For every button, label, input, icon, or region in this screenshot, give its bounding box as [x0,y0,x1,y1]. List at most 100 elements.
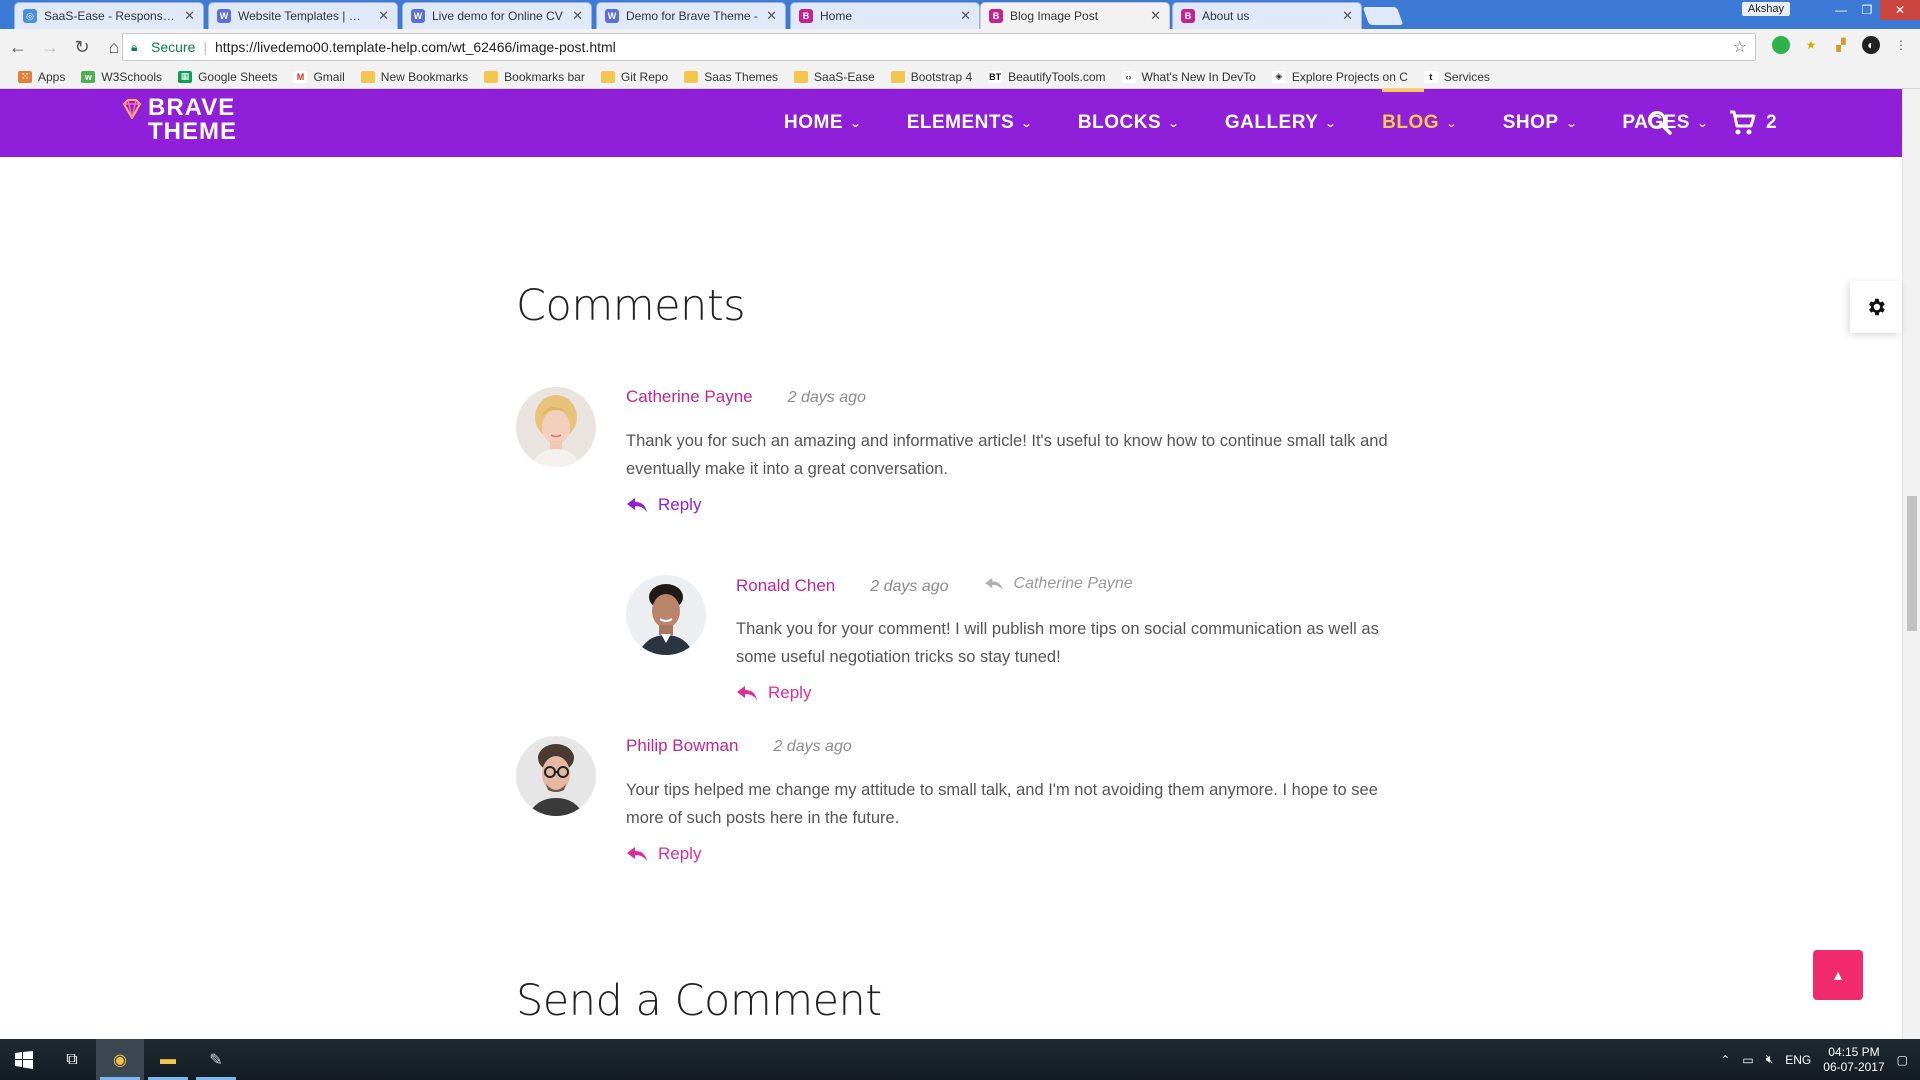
taskbar-app[interactable]: ✎ [192,1039,240,1080]
browser-tab[interactable]: B About us ✕ [1172,2,1362,29]
show-hidden-icons-icon[interactable]: ⌃ [1720,1053,1730,1067]
page-scrollbar[interactable] [1902,89,1920,1039]
back-to-top-button[interactable]: ▲ [1813,950,1863,1000]
notifications-icon[interactable]: ▢ [1897,1053,1908,1067]
nav-shop[interactable]: SHOP ⌄ [1503,89,1577,157]
new-tab-button[interactable] [1362,7,1404,25]
close-tab-icon[interactable]: ✕ [572,8,583,24]
logo-line-2: THEME [148,118,237,145]
tab-title: SaaS-Ease - Responsive S [44,9,178,23]
start-button[interactable] [0,1039,48,1080]
reply-button[interactable]: Reply [626,495,1416,515]
bookmark-bootstrap-4[interactable]: Bootstrap 4 [883,70,980,84]
taskbar-chrome[interactable]: ◉ [96,1039,144,1080]
browser-tab[interactable]: W Website Templates | Web ✕ [208,2,398,29]
bookmark-services[interactable]: t Services [1416,70,1498,84]
reply-button[interactable]: Reply [626,844,1416,864]
url-text[interactable]: https://livedemo00.template-help.com/wt_… [215,39,616,55]
chrome-menu-icon[interactable]: ⋮ [1892,36,1910,54]
bookmark-new-bookmarks[interactable]: New Bookmarks [353,70,476,84]
task-view-icon: ⧉ [66,1050,78,1068]
comment-time: 2 days ago [773,738,852,755]
close-window-icon[interactable]: ✕ [1880,0,1920,20]
comment-author[interactable]: Ronald Chen [736,576,835,596]
comment-item-reply: Ronald Chen 2 days ago Catherine Payne T… [626,575,1416,715]
browser-tab[interactable]: W Live demo for Online CV ✕ [402,2,592,29]
bookmark-git-repo[interactable]: Git Repo [593,70,676,84]
bookmark-label: Explore Projects on C [1291,69,1408,84]
browser-tab-active[interactable]: B Blog Image Post ✕ [980,2,1170,29]
bookmark-label: Gmail [313,69,345,84]
bookmark-saas-ease[interactable]: SaaS-Ease [786,70,883,84]
cart-button[interactable]: 2 [1728,109,1777,137]
bookmark-google-sheets[interactable]: ▦ Google Sheets [170,70,285,84]
bookmark-star-icon[interactable]: ☆ [1733,37,1747,57]
comment-author[interactable]: Philip Bowman [626,736,738,756]
tab-title: Website Templates | Web [238,9,372,23]
bookmark-gmail[interactable]: M Gmail [285,70,352,84]
secure-label: Secure [151,39,196,55]
back-arrow-icon[interactable]: ← [4,33,32,61]
close-tab-icon[interactable]: ✕ [766,8,777,24]
bookmark-codepen[interactable]: ◈ Explore Projects on C [1264,70,1416,84]
forward-arrow-icon[interactable]: → [36,33,64,61]
close-tab-icon[interactable]: ✕ [184,8,195,24]
address-bar[interactable]: 🔒︎ Secure | https://livedemo00.template-… [122,33,1756,61]
search-icon[interactable] [1646,109,1674,137]
settings-panel-button[interactable] [1850,281,1902,333]
close-tab-icon[interactable]: ✕ [960,8,971,24]
tab-favicon-icon: W [605,9,619,23]
volume-muted-icon[interactable]: 🔇︎ [1766,1052,1774,1067]
chevron-down-icon: ⌄ [1565,117,1578,130]
network-icon[interactable]: ▭ [1742,1053,1753,1067]
site-logo[interactable]: BRAVE THEME [120,96,237,144]
folder-icon: ▬ [160,1050,176,1068]
system-tray: ⌃ ▭ 🔇︎ ENG 04:15 PM 06-07-2017 ▢ [1720,1039,1920,1080]
profile-name[interactable]: Akshay [1741,2,1790,16]
reply-button[interactable]: Reply [736,683,1416,703]
extension-green-dot-icon[interactable] [1772,36,1790,54]
nav-elements[interactable]: ELEMENTS ⌄ [907,89,1033,157]
close-tab-icon[interactable]: ✕ [1150,8,1161,24]
nav-blocks[interactable]: BLOCKS ⌄ [1078,89,1181,157]
bookmark-bookmarks-bar[interactable]: Bookmarks bar [476,70,593,84]
input-language[interactable]: ENG [1785,1053,1811,1067]
browser-tab[interactable]: ◎ SaaS-Ease - Responsive S ✕ [14,2,204,29]
extension-star-icon[interactable]: ★ [1802,36,1820,54]
reply-to[interactable]: Catherine Payne [984,575,1133,593]
clock[interactable]: 04:15 PM 06-07-2017 [1823,1045,1884,1075]
bookmark-label: What's New In DevTo [1141,69,1256,84]
reload-icon[interactable]: ↻ [68,33,96,61]
close-tab-icon[interactable]: ✕ [378,8,389,24]
browser-tab[interactable]: B Home ✕ [790,2,980,29]
close-tab-icon[interactable]: ✕ [1342,8,1353,24]
browser-tab[interactable]: W Demo for Brave Theme - ✕ [596,2,786,29]
nav-home[interactable]: HOME ⌄ [784,89,862,157]
extension-dark-circle-icon[interactable]: ◐ [1862,36,1880,54]
nav-blog[interactable]: BLOG ⌄ [1382,89,1458,157]
chevron-down-icon: ⌄ [1167,117,1181,130]
bookmark-saas-themes[interactable]: Saas Themes [676,70,786,84]
avatar [626,575,706,655]
comment-meta: Philip Bowman 2 days ago [626,736,1416,764]
bookmark-devtools[interactable]: ‹› What's New In DevTo [1114,70,1264,84]
tab-favicon-icon: W [217,9,231,23]
nav-gallery[interactable]: GALLERY ⌄ [1225,89,1337,157]
extension-ruler-icon[interactable]: ▞ [1832,36,1850,54]
maximize-icon[interactable]: ❐ [1854,0,1880,20]
chevron-down-icon: ⌄ [1696,117,1710,130]
reply-arrow-icon [737,686,757,700]
reply-to-name: Catherine Payne [1013,575,1133,592]
taskbar-file-explorer[interactable]: ▬ [144,1039,192,1080]
bookmark-apps[interactable]: ⁙ Apps [10,70,73,84]
avatar [516,736,596,816]
task-view-button[interactable]: ⧉ [48,1039,96,1080]
sheets-icon: ▦ [178,70,193,83]
scrollbar-thumb[interactable] [1907,496,1917,631]
minimize-icon[interactable]: — [1828,0,1854,20]
comment-author[interactable]: Catherine Payne [626,387,753,407]
address-separator: | [203,39,207,55]
bookmark-w3schools[interactable]: w W3Schools [73,70,170,84]
bookmark-label: Bootstrap 4 [910,69,973,84]
bookmark-beautifytools[interactable]: BT BeautifyTools.com [980,70,1113,84]
